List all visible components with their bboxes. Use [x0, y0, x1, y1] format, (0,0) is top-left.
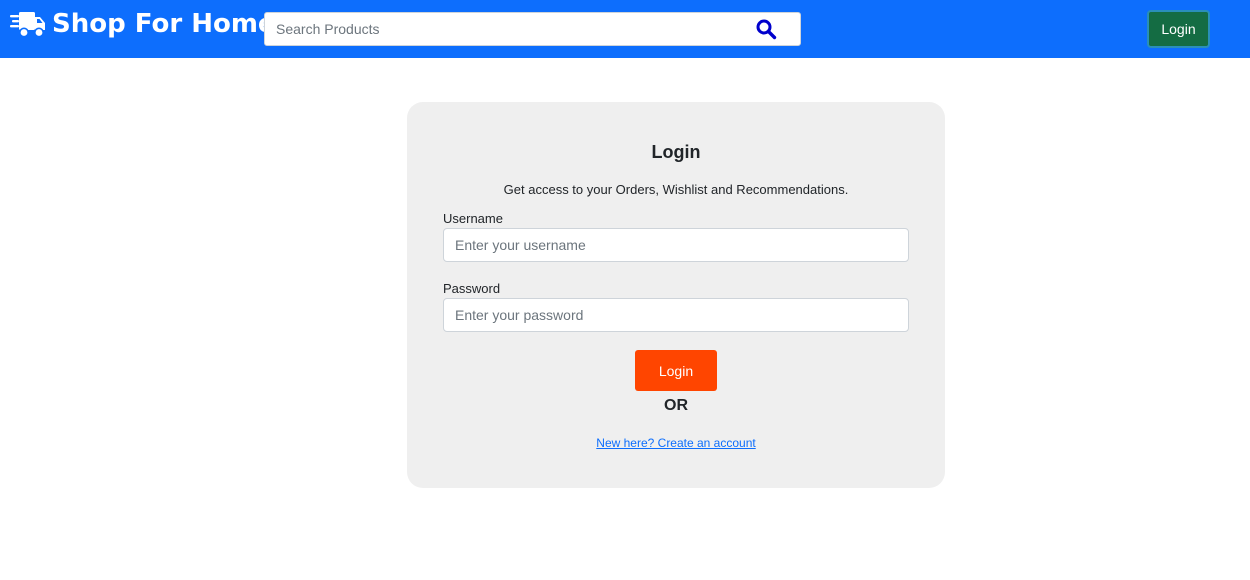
- search-button[interactable]: [755, 17, 781, 41]
- signup-link-container: New here? Create an account: [407, 436, 945, 450]
- login-submit-button[interactable]: Login: [635, 350, 717, 391]
- navbar-login-button[interactable]: Login: [1147, 10, 1210, 48]
- login-subtitle: Get access to your Orders, Wishlist and …: [503, 182, 849, 197]
- login-card: Login Get access to your Orders, Wishlis…: [407, 102, 945, 488]
- username-input[interactable]: [443, 228, 909, 262]
- search-icon: [756, 19, 777, 40]
- top-navbar: Shop For Home Login: [0, 0, 1250, 58]
- brand-name: Shop For Home: [52, 9, 276, 39]
- brand[interactable]: Shop For Home: [10, 6, 276, 42]
- search-input[interactable]: [265, 13, 735, 45]
- username-label: Username: [443, 211, 503, 226]
- password-input[interactable]: [443, 298, 909, 332]
- password-label: Password: [443, 281, 501, 296]
- create-account-link[interactable]: New here? Create an account: [596, 436, 755, 450]
- search-bar: [264, 12, 801, 46]
- or-divider: OR: [664, 397, 688, 414]
- login-title: Login: [651, 142, 701, 162]
- delivery-truck-icon: [10, 12, 45, 38]
